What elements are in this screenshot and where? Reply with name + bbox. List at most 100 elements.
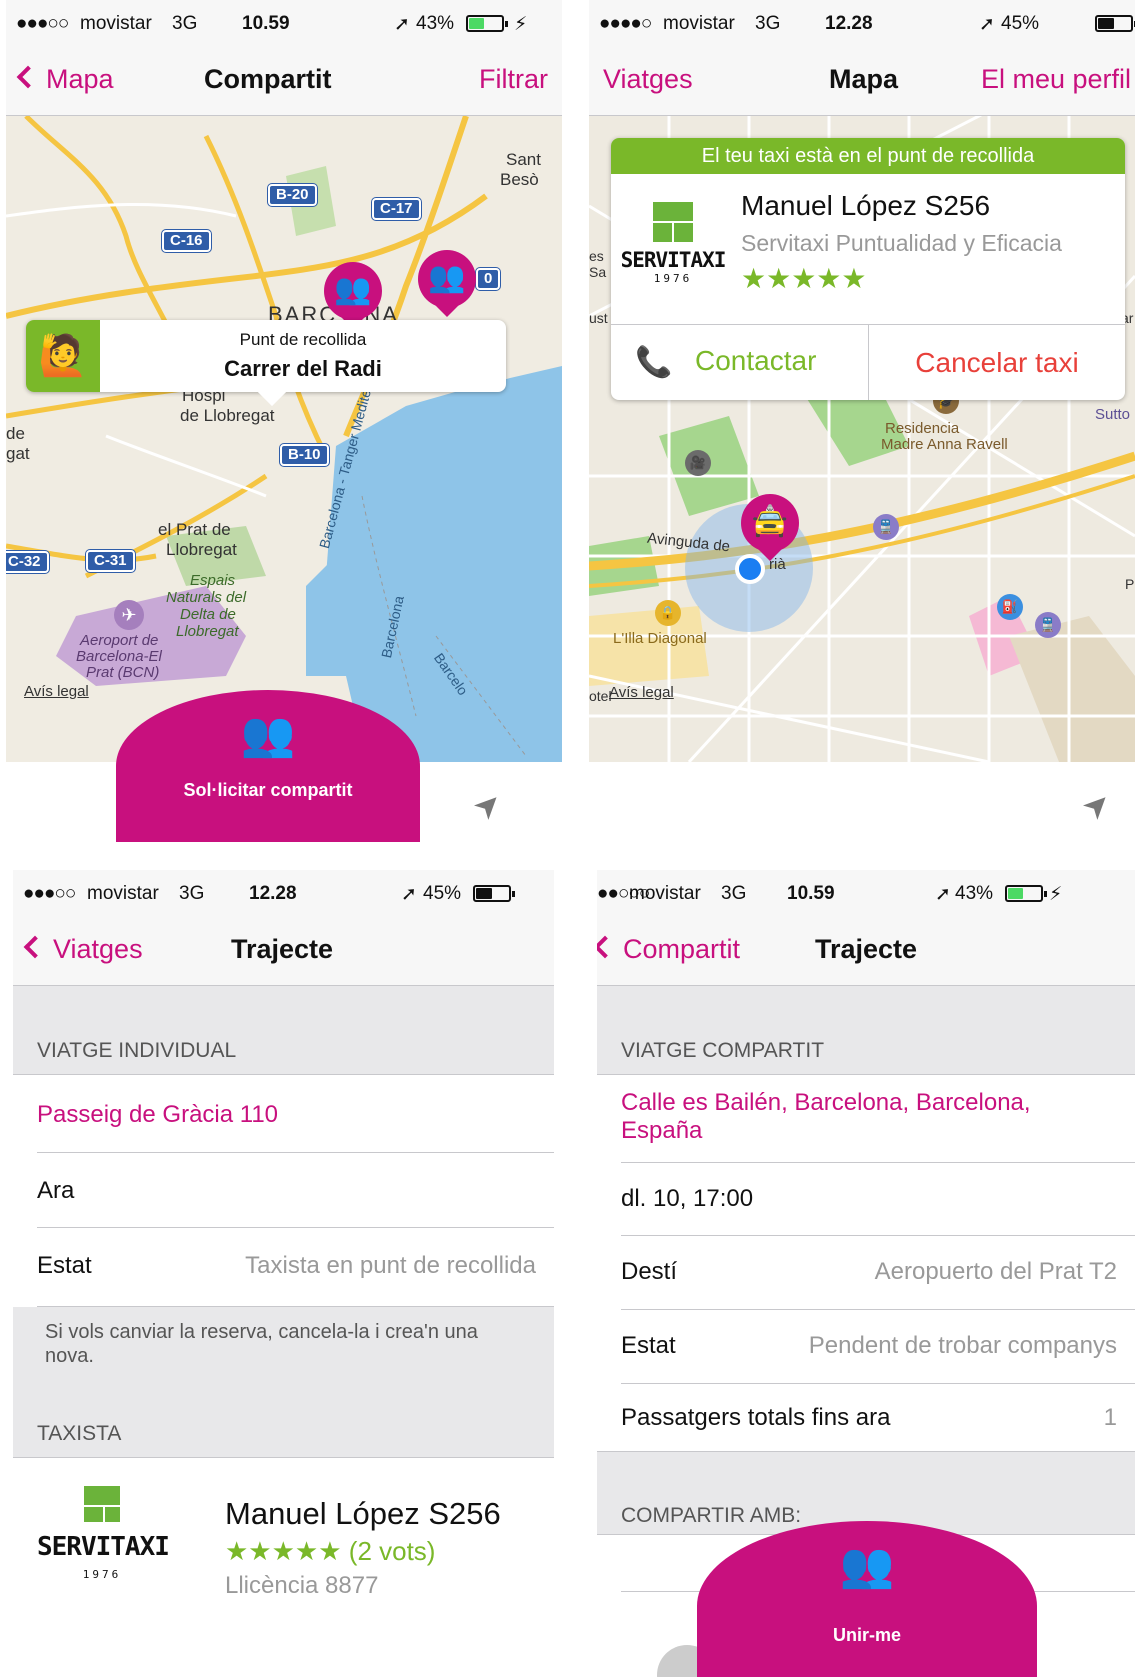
driver-card: SERVITAXI 1976 Manuel López S256 ★★★★★ (… [13,1458,554,1677]
status-banner: El teu taxi està en el punt de recollida [611,138,1125,174]
individual-trip-screen: ●●●○○ movistar 3G 12.28 ➚ 45% Viatges Tr… [13,870,554,1677]
battery-icon [473,885,515,902]
taxi-info-card: El teu taxi està en el punt de recollida… [611,138,1125,400]
back-button[interactable]: Viatges [23,934,143,965]
map-label-beso: Besò [500,170,539,189]
location-icon: ➚ [401,884,417,905]
map-label-es: es [589,248,604,264]
contact-button[interactable]: 📞 Contactar [611,325,869,400]
time-row: dl. 10, 17:00 [621,1163,1135,1236]
rating-stars: ★★★★★ [741,263,867,294]
section-header-shared: VIATGE COMPARTIT [597,987,1135,1075]
map-label-airport-2: Barcelona-El [76,648,162,665]
road-badge-c31: C-31 [86,550,135,572]
network: 3G [179,883,205,904]
clock: 10.59 [242,13,290,34]
road-badge-c32: C-32 [6,551,49,573]
filter-button[interactable]: Filtrar [479,64,548,95]
page-title: Compartit [204,64,332,94]
location-icon: ➚ [979,14,995,35]
map-label-p: P [1125,576,1135,592]
map-label-espais: Espais [190,572,236,589]
battery-percent: 45% [423,883,462,904]
destination-row: Destí Aeropuerto del Prat T2 [621,1236,1135,1310]
map-label-llobregat-2: Llobregat [176,623,239,640]
bottom-bar: 👥 Sol·licitar compartit ➤ [6,690,562,842]
status-bar: ●●●○○ movistar 3G 12.28 ➚ 45% [13,870,554,916]
signal-strength: ●●●○○ [16,13,69,34]
map-label-de-llobregat: de Llobregat [180,406,275,425]
current-location-dot [735,554,765,584]
chevron-left-icon [23,935,47,959]
map-label-illa-diagonal: L'Illa Diagonal [613,630,707,647]
map-label-llobregat: Llobregat [166,540,237,559]
map-label-de: de [6,424,25,443]
legal-link[interactable]: Avís legal [609,684,674,701]
nav-bar: Compartit Trajecte [597,916,1135,986]
request-shared-button[interactable]: 👥 Sol·licitar compartit [116,690,420,842]
back-button[interactable]: Mapa [16,64,114,95]
clock: 10.59 [787,883,835,904]
pickup-icon: 🙋 [26,320,100,392]
location-icon: ➚ [935,884,951,905]
address-row[interactable]: Calle es Bailén, Barcelona, Barcelona, E… [621,1075,1135,1163]
trips-button[interactable]: Viatges [603,64,693,95]
road-badge-partial: 0 [476,268,501,290]
cinema-icon: 🎥 [685,450,711,476]
shopping-icon: 🔒 [655,600,681,626]
back-button[interactable]: Compartit [597,934,740,965]
phone-icon: 📞 [635,346,673,379]
shared-trip-screen: ●●○○○ movistar 3G 10.59 ➚ 43% ⚡ Comparti… [597,870,1135,1677]
location-arrow-icon[interactable]: ➤ [464,782,510,828]
driver-licence: Llicència 8877 [225,1572,379,1599]
location-icon: ➚ [394,14,410,35]
nav-bar: Viatges Mapa El meu perfil [589,46,1135,116]
status-bar: ●●○○○ movistar 3G 10.59 ➚ 43% ⚡ [597,870,1135,916]
location-arrow-icon[interactable]: ➤ [1073,782,1119,828]
share-people-icon: 👥 [240,710,296,759]
status-bar: ●●●●○ movistar 3G 12.28 ➚ 45% [589,0,1135,46]
battery-icon [1005,885,1047,902]
fuel-icon: ⛽ [997,594,1023,620]
servitaxi-logo: SERVITAXI 1976 [611,202,735,285]
map-label-delta: Delta de [180,606,236,623]
map-label-sa: Sa [589,264,607,280]
legal-link[interactable]: Avís legal [24,683,89,700]
train-icon: 🚆 [873,514,899,540]
charging-icon: ⚡ [514,14,528,35]
map-label-airport-3: Prat (BCN) [86,664,160,681]
cancel-taxi-button[interactable]: Cancelar taxi [869,325,1125,400]
map-label-sant: Sant [506,150,541,169]
road-badge-b20: B-20 [268,184,317,206]
pickup-callout[interactable]: 🙋 Punt de recollida Carrer del Radi [26,320,506,407]
nav-bar: Mapa Compartit Filtrar [6,46,562,116]
page-title: Trajecte [231,934,334,964]
map-label-residencia: Residencia [885,420,960,437]
network: 3G [721,883,747,904]
join-button[interactable]: 👥 Unir-me [697,1521,1037,1677]
share-people-icon: 👥 [334,273,372,306]
map-label-airport-1: Aeroport de [80,632,159,649]
carrier: movistar [629,883,701,904]
status-row: Estat Taxista en punt de recollida [37,1228,554,1307]
battery-percent: 43% [416,13,455,34]
passengers-row: Passatgers totals fins ara 1 [597,1384,1135,1451]
bottom-bar: ➤ [589,762,1135,842]
address-row[interactable]: Passeig de Gràcia 110 [37,1075,554,1153]
time-row: Ara [37,1153,554,1228]
map-label-el-prat: el Prat de [158,520,231,539]
battery-icon [466,15,508,32]
road-badge-c17: C-17 [372,198,421,220]
map-view[interactable]: Sant Besò Hospi de Llobregat de gat el P… [6,116,562,762]
taxi-map-screen: ●●●●○ movistar 3G 12.28 ➚ 45% Viatges Ma… [589,0,1135,842]
shared-map-screen: ●●●○○ movistar 3G 10.59 ➚ 43% ⚡ Mapa Com… [6,0,562,842]
chevron-left-icon [16,65,40,89]
carrier: movistar [87,883,159,904]
chevron-left-icon [597,935,617,959]
carrier: movistar [80,13,152,34]
profile-button[interactable]: El meu perfil [981,64,1131,95]
shared-ride-pin[interactable]: 👥 [418,250,476,322]
clock: 12.28 [825,13,873,34]
network: 3G [755,13,781,34]
network: 3G [172,13,198,34]
